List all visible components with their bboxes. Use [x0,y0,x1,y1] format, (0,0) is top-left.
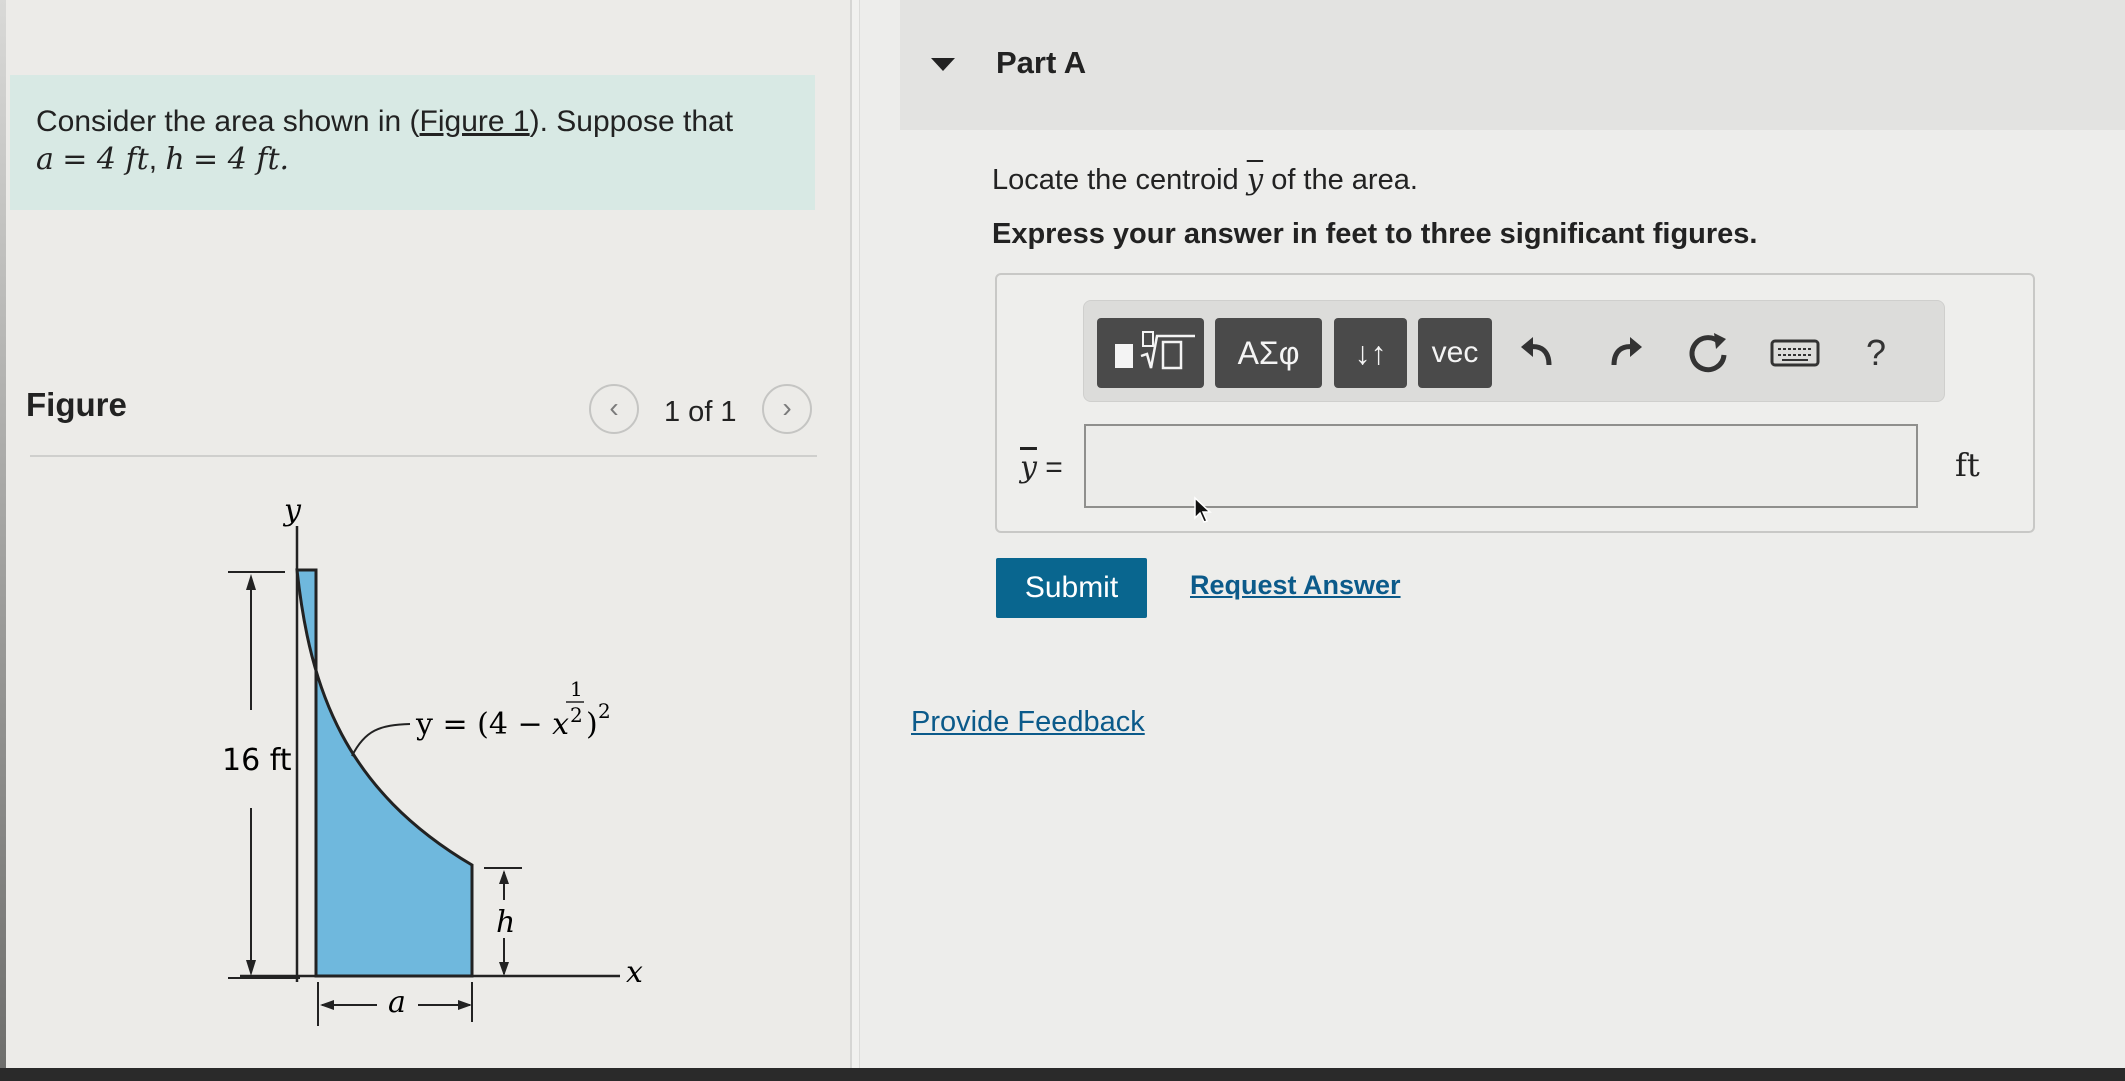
reset-button[interactable] [1680,325,1736,381]
problem-line-2: a = 4 ft, h = 4 ft. [36,142,290,177]
question-post: of the area. [1271,164,1418,196]
answer-label: y = [1020,450,1063,485]
greek-button[interactable]: ΑΣφ [1215,318,1322,388]
figure-title: Figure [26,386,127,423]
submit-button[interactable]: Submit [996,558,1147,618]
given-a-value: = 4 ft [62,142,149,177]
y-axis-label: y [282,493,302,528]
provide-feedback-link[interactable]: Provide Feedback [911,706,1145,739]
problem-statement: Consider the area shown in (Figure 1). S… [10,75,815,210]
answer-label-eq: = [1045,451,1063,484]
keyboard-button[interactable] [1762,325,1832,381]
h-label: h [496,905,515,940]
undo-icon [1521,337,1552,366]
figure-page-label: 1 of 1 [664,396,737,428]
curve-equation: y = (4 − x [415,707,569,742]
chevron-left-icon: ‹ [609,392,619,423]
vec-button[interactable]: vec [1418,318,1492,388]
eq-exp-num: 1 [570,677,583,701]
collapse-triangle-icon[interactable] [931,58,955,71]
question-pre: Locate the centroid [992,164,1239,196]
question-var: y [1246,162,1264,196]
eq-exp-den: 2 [570,703,583,727]
reset-icon [1689,333,1727,373]
request-answer-link[interactable]: Request Answer [1190,570,1401,601]
answer-label-var: y [1020,450,1037,485]
instruction-text: Express your answer in feet to three sig… [992,218,1758,250]
figure-diagram: y x 16 ft h a y = (4 − x 1 2 ) 2 [222,493,643,1026]
redo-button[interactable] [1596,325,1652,381]
problem-intro: Consider the area shown in ( [36,105,420,138]
next-figure-button[interactable]: › [762,384,812,434]
sort-button[interactable]: ↓↑ [1334,318,1407,388]
help-button[interactable]: ? [1848,325,1904,381]
prev-figure-button[interactable]: ‹ [589,384,639,434]
eq-outer-exp: 2 [598,699,611,723]
redo-icon [1611,337,1642,366]
unit-label: ft [1955,446,1980,484]
pane-divider[interactable] [850,0,860,1081]
eq-close: ) [586,707,598,742]
question-text: Locate the centroid y of the area. [992,162,1418,197]
a-label: a [388,985,406,1020]
templates-icon [1114,331,1195,370]
figure-link[interactable]: Figure 1 [420,105,530,138]
equation-leader [351,723,411,757]
problem-line-1: Consider the area shown in (Figure 1). S… [36,103,789,141]
mouse-cursor-icon [1194,496,1212,523]
templates-button[interactable] [1097,318,1204,388]
given-h-var: h [165,142,185,177]
eq-x: x [552,707,569,742]
eq-lhs: y = (4 − [415,707,543,742]
problem-intro-end: ). Suppose that [529,105,734,138]
shaded-area [295,568,474,978]
keyboard-icon [1770,339,1820,367]
x-axis-label: x [626,955,643,990]
given-h-value: = 4 ft. [193,142,290,177]
screen-bottom-edge [0,1068,2125,1081]
given-a-var: a [36,142,54,177]
chevron-right-icon: › [782,392,792,423]
figure-divider [30,455,817,457]
part-title[interactable]: Part A [996,45,1086,81]
height-label: 16 ft [222,743,292,778]
undo-button[interactable] [1511,325,1567,381]
